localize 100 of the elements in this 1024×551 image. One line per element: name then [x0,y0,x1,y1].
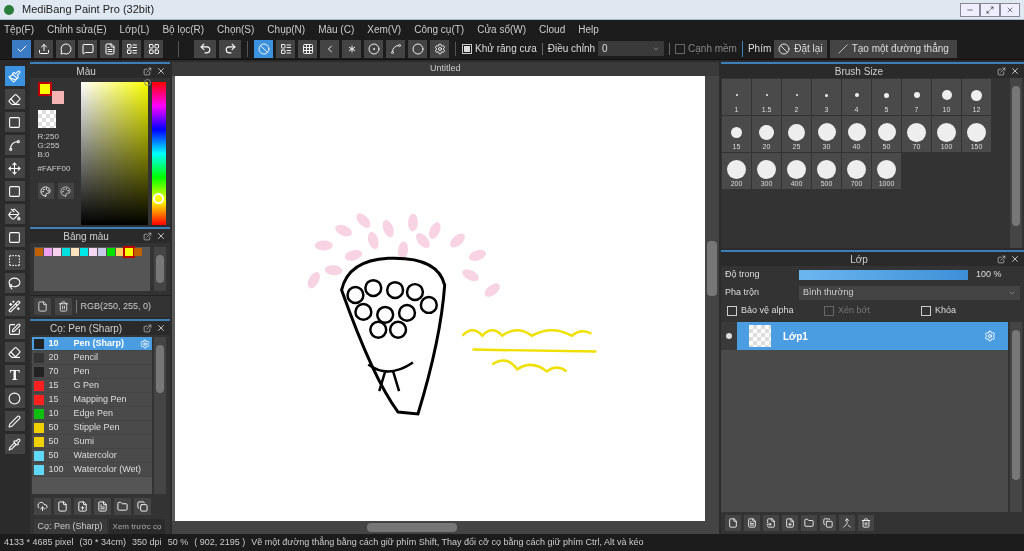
duplicate-icon[interactable] [820,515,836,531]
add-file-icon[interactable] [73,497,91,515]
palette-swatch[interactable] [88,248,97,256]
close-icon[interactable] [1010,66,1020,76]
document-icon[interactable] [100,39,119,58]
scrollbar[interactable] [1010,322,1022,512]
comment-icon[interactable] [78,39,97,58]
brush-item[interactable]: 50 Sumi [31,435,152,449]
menu-item[interactable]: Cloud [539,21,566,37]
palette-swatch[interactable] [79,248,88,256]
scrollbar[interactable] [1010,78,1022,248]
brush-item[interactable]: 15 G Pen [31,379,152,393]
close-button[interactable] [1000,2,1020,17]
select-pen-icon[interactable] [4,319,25,339]
maximize-button[interactable] [980,2,1000,17]
minimize-button[interactable] [960,2,980,17]
selection-icon[interactable] [4,250,25,270]
grid-icon[interactable] [144,39,163,58]
list-icon[interactable] [122,39,141,58]
no-snap-icon[interactable] [254,39,273,58]
eraser-icon[interactable] [4,89,25,109]
brush-item[interactable]: 100 Watercolor (Wet) [31,463,152,477]
checkbox[interactable] [675,43,686,54]
move-icon[interactable] [4,158,25,178]
menu-item[interactable]: Bộ lọc(R) [162,21,205,37]
undock-icon[interactable] [142,323,152,333]
menu-item[interactable]: Chụp(N) [267,21,306,37]
magic-wand-icon[interactable] [4,296,25,316]
palette-swatch[interactable] [70,248,79,256]
menu-item[interactable]: Cửa sổ(W) [477,21,527,37]
menu-item[interactable]: Xem(V) [367,21,402,37]
delete-icon[interactable] [858,515,874,531]
upload-icon[interactable] [34,39,53,58]
background-color-swatch[interactable] [51,91,64,104]
brush-item[interactable]: 10 Edge Pen [31,407,152,421]
scrollbar[interactable] [153,337,166,494]
palette-swatch[interactable] [34,248,43,256]
redo-icon[interactable] [219,39,241,58]
menu-item[interactable]: Chọn(S) [217,21,255,37]
palette-swatch[interactable] [106,248,115,256]
new-file-icon[interactable] [53,497,71,515]
square-icon[interactable] [4,112,25,132]
document-tab[interactable]: Untitled [171,62,719,76]
close-icon[interactable] [1010,254,1020,264]
foreground-color-swatch[interactable] [37,82,52,96]
transparent-swatch[interactable] [37,110,56,128]
scrollbar[interactable] [153,247,166,291]
folder-icon[interactable] [113,497,131,515]
horizontal-scrollbar[interactable] [171,521,705,534]
brush-item[interactable]: 20 Pencil [31,351,152,365]
palette-swatch[interactable] [61,248,70,256]
saturation-value-picker[interactable] [80,82,149,225]
curve-icon[interactable] [386,39,405,58]
menu-item[interactable]: Công cụ(T) [414,21,465,37]
undock-icon[interactable] [997,66,1006,76]
pen-icon[interactable] [4,411,25,431]
close-icon[interactable] [155,323,166,333]
document-icon[interactable] [93,497,111,515]
panel-tab[interactable]: Xem trước cọ [108,519,166,534]
gear-icon[interactable] [430,39,449,58]
visibility-toggle[interactable] [721,322,737,350]
curve-icon[interactable] [4,135,25,155]
palette-swatch[interactable] [97,248,106,256]
undo-icon[interactable] [194,39,216,58]
straight-line-button[interactable]: Tạo một đường thẳng [829,39,957,58]
new-layer-icon[interactable] [725,515,741,531]
adjust-dropdown[interactable]: 0 [598,41,665,56]
palette-swatch[interactable] [52,248,61,256]
palette-swatch[interactable] [124,248,133,256]
lasso-icon[interactable] [4,273,25,293]
copy-icon[interactable] [133,497,151,515]
folder-icon[interactable] [801,515,817,531]
add-layer-icon[interactable] [782,515,798,531]
opacity-slider-fill[interactable] [799,270,968,280]
menu-item[interactable]: Tệp(F) [4,21,34,37]
fill-square-icon[interactable] [4,181,25,201]
palette-swatch[interactable] [43,248,52,256]
brush-item[interactable]: 15 Mapping Pen [31,393,152,407]
panel-tab[interactable]: Cọ: Pen (Sharp) [33,519,107,534]
document-icon[interactable] [744,515,760,531]
close-icon[interactable] [155,231,166,241]
brush-item[interactable]: 50 Stipple Pen [31,421,152,435]
import-icon[interactable] [763,515,779,531]
reset-button[interactable]: Đặt lại [774,39,827,58]
bucket-icon[interactable] [4,204,25,224]
cloud-upload-icon[interactable] [33,497,51,515]
new-file-icon[interactable] [33,298,51,315]
speech-bubble-icon[interactable] [56,39,75,58]
brush-item[interactable]: 70 Pen [31,365,152,379]
undock-icon[interactable] [997,254,1006,264]
radial-icon[interactable] [342,39,361,58]
trash-icon[interactable] [54,298,72,315]
undock-icon[interactable] [142,231,152,241]
palette-swatch[interactable] [133,248,142,256]
blend-dropdown[interactable]: Bình thường [799,286,1020,300]
eyedropper-icon[interactable] [4,434,25,454]
undock-icon[interactable] [142,66,152,76]
select-eraser-icon[interactable] [4,342,25,362]
menu-item[interactable]: Màu (C) [318,21,355,37]
brush-icon[interactable] [4,66,25,86]
